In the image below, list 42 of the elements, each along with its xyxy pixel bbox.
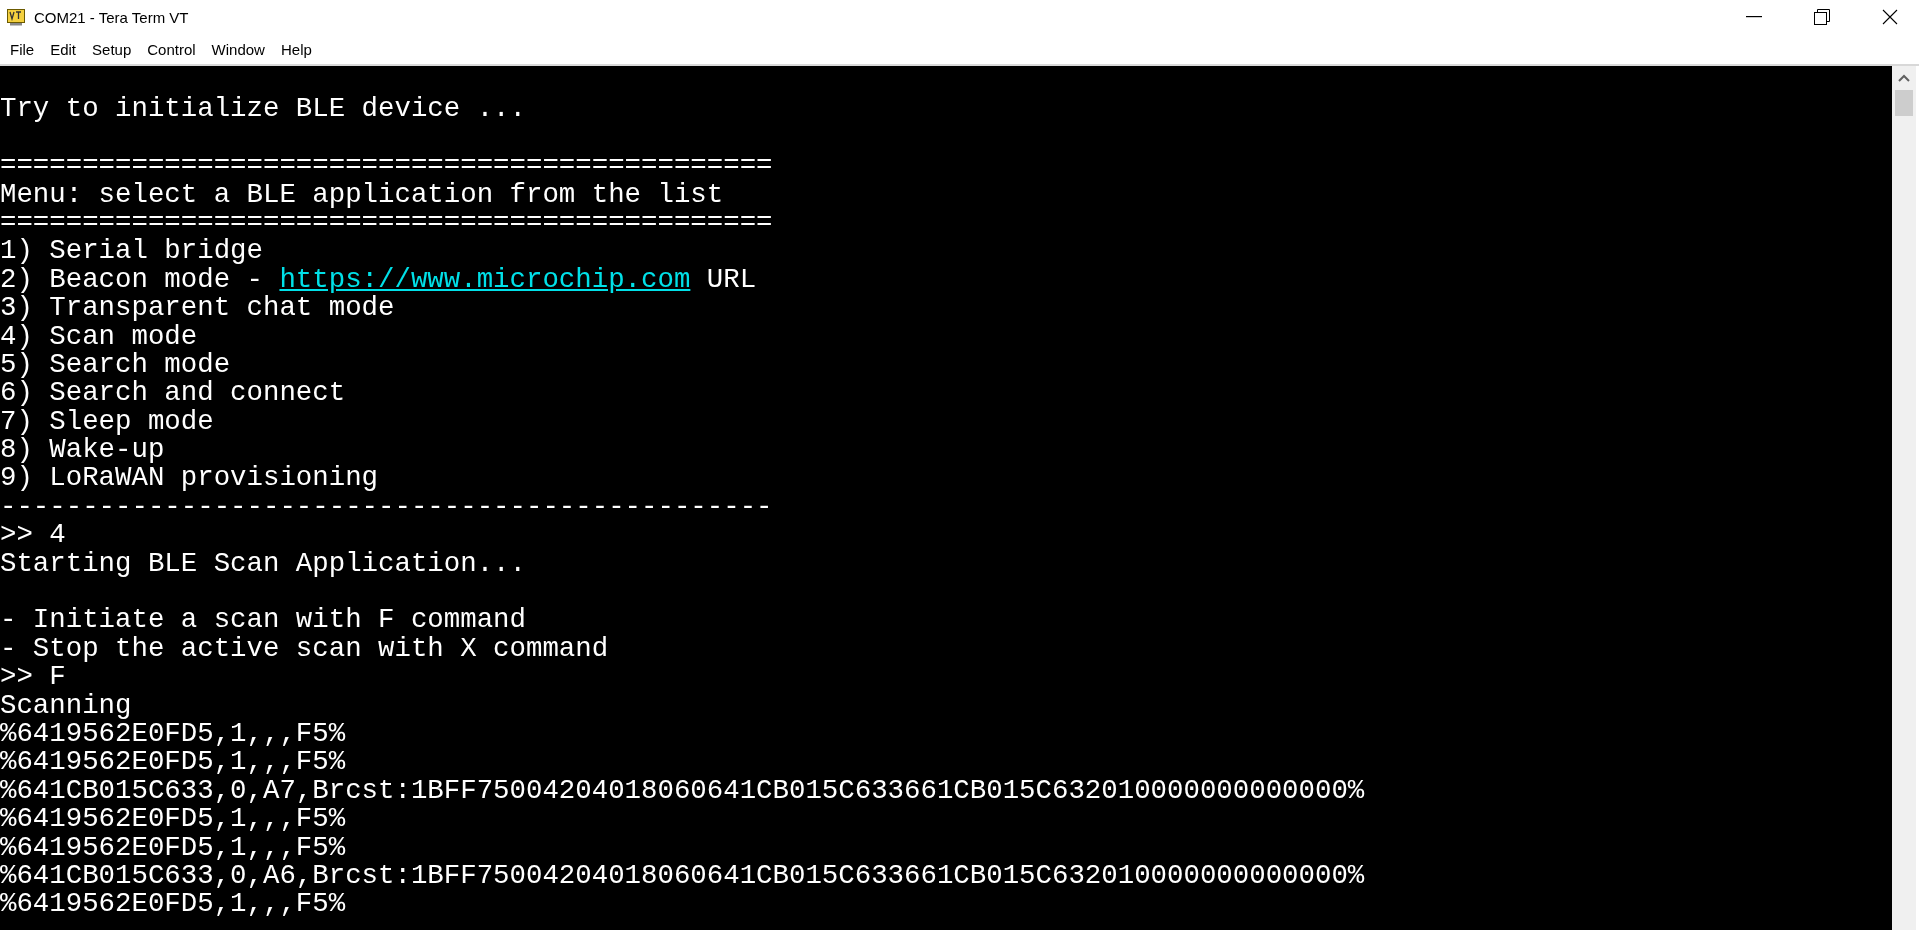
terminal-line: 6) Search and connect [0, 379, 346, 408]
terminal-line: 9) LoRaWAN provisioning [0, 464, 379, 493]
scrollbar[interactable] [1892, 66, 1916, 930]
minimize-icon [1746, 16, 1762, 18]
link[interactable]: https://www.microchip.com [279, 263, 691, 295]
terminal-line: >> F [0, 663, 66, 692]
terminal-line: ----------------------------------------------- [0, 492, 773, 522]
terminal-line: Try to initialize BLE device ... [0, 95, 526, 124]
terminal-line: %641CB015C633,0,A7,Brcst:1BFF75004204018060641CB015C633661CB015C632010000000000000% [0, 776, 1365, 806]
terminal-line: %6419562E0FD5,1,,,F5% [0, 748, 346, 777]
restore-icon [1814, 9, 1830, 25]
terminal-line: 5) Search mode [0, 350, 231, 380]
terminal-line: 7) Sleep mode [0, 407, 214, 437]
terminal-line: 2) Beacon mode - https://www.microchip.com URL [0, 265, 757, 295]
terminal-line: %6419562E0FD5,1,,,F5% [0, 720, 346, 749]
terminal-line: 8) Wake-up [0, 436, 165, 465]
terminal-line: 4) Scan mode [0, 322, 198, 351]
scroll-up-icon[interactable] [1898, 74, 1910, 82]
terminal-line: Menu: select a BLE application from the list [0, 180, 724, 209]
close-icon [1882, 9, 1898, 25]
menu-item[interactable]: Setup [84, 38, 140, 60]
menu-item[interactable]: Window [203, 38, 273, 60]
terminal-line: 1) Serial bridge [0, 237, 263, 266]
app-icon [7, 8, 25, 26]
terminal-line: - Initiate a scan with F command [0, 606, 526, 635]
terminal-line: %6419562E0FD5,1,,,F5% [0, 833, 346, 862]
terminal-line: - Stop the active scan with X command [0, 634, 609, 664]
menu-item[interactable]: File [2, 38, 43, 60]
menu-item[interactable]: Edit [42, 38, 85, 60]
terminal-line: %641CB015C633,0,A6,Brcst:1BFF75004204018060641CB015C633661CB015C632010000000000000% [0, 861, 1365, 891]
terminal-line: >> 4 [0, 521, 66, 550]
menu-item[interactable]: Control [139, 38, 204, 60]
terminal-line: %6419562E0FD5,1,,,F5% [0, 805, 346, 834]
window-title: COM21 - Tera Term VT [34, 8, 190, 26]
terminal-line: 3) Transparent chat mode [0, 294, 395, 323]
terminal-line: Starting BLE Scan Application... [0, 549, 526, 579]
terminal-line: Scanning [0, 691, 132, 720]
menu-item[interactable]: Help [272, 38, 320, 60]
terminal-line: =============================================== [0, 208, 773, 238]
scroll-thumb[interactable] [1895, 90, 1913, 116]
terminal-line: %6419562E0FD5,1,,,F5% [0, 890, 346, 919]
terminal-line: =============================================== [0, 152, 773, 181]
